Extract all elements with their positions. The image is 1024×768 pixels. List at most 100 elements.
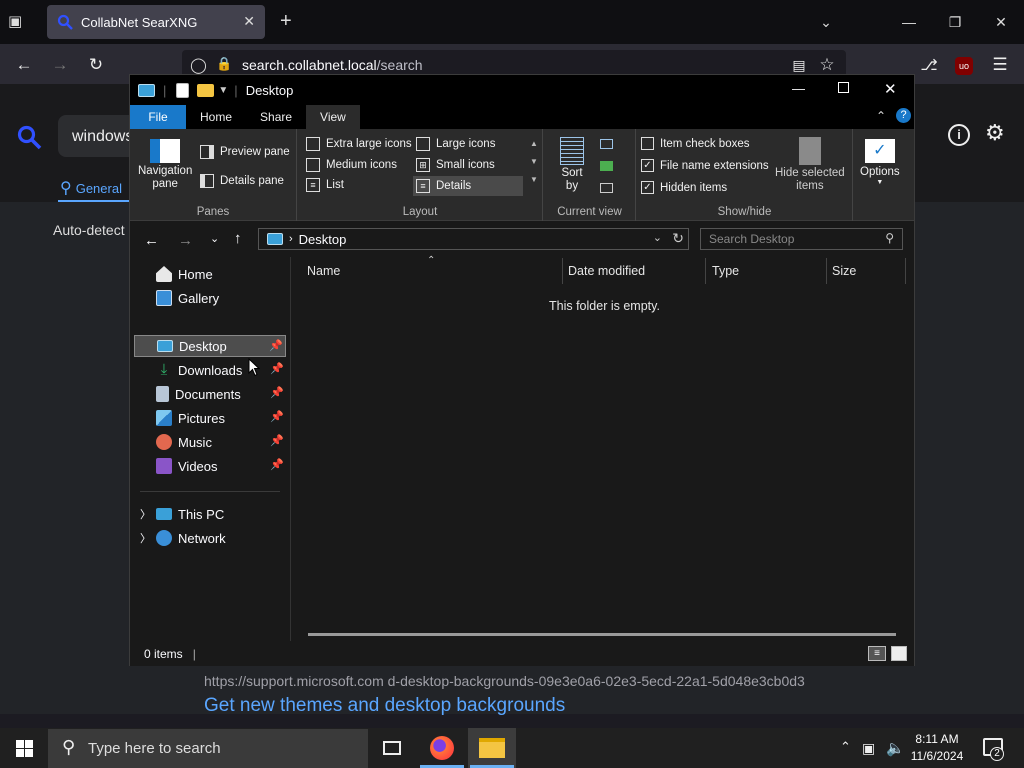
column-header-name[interactable]: Name (307, 264, 340, 278)
result-title-link[interactable]: Get new themes and desktop backgrounds (204, 695, 565, 717)
shield-icon[interactable]: ◯ (190, 56, 207, 74)
extensions-puzzle-icon[interactable]: ⎇ (916, 52, 942, 78)
show-hidden-icons-chevron-icon[interactable]: ⌃ (840, 739, 851, 755)
explorer-close-button[interactable]: ✕ (884, 80, 897, 98)
column-header-date-modified[interactable]: Date modified (568, 264, 645, 278)
explorer-maximize-button[interactable] (838, 82, 849, 93)
network-status-icon[interactable]: ▣ (862, 740, 875, 757)
options-button[interactable]: ✓ Options ▼ (860, 139, 900, 186)
recent-locations-chevron-icon[interactable]: ⌄ (210, 232, 219, 245)
reload-icon[interactable]: ↻ (83, 52, 109, 78)
nav-item-documents[interactable]: Documents 📌 (134, 383, 286, 405)
new-tab-button[interactable]: + (280, 10, 292, 33)
lock-icon[interactable]: 🔒 (216, 56, 232, 72)
properties-quick-access-icon[interactable] (176, 82, 190, 98)
horizontal-scrollbar[interactable] (308, 633, 896, 636)
searxng-tab-general[interactable]: ⚲ General (60, 178, 122, 198)
ublock-origin-icon[interactable]: uo (955, 57, 973, 75)
windows-start-icon[interactable] (16, 740, 33, 757)
address-dropdown-chevron-icon[interactable]: ⌄ (653, 231, 662, 244)
result-url[interactable]: https://support.microsoft.com d-desktop-… (204, 673, 805, 689)
pin-icon[interactable]: 📌 (270, 458, 284, 471)
group-by-icon[interactable] (600, 139, 613, 149)
taskbar-search-box[interactable]: ⚲ Type here to search (48, 729, 368, 768)
breadcrumb-separator-icon[interactable]: › (289, 233, 293, 245)
forward-arrow-icon[interactable]: → (47, 52, 73, 78)
column-header-type[interactable]: Type (712, 264, 739, 278)
pin-icon[interactable]: 📌 (270, 434, 284, 447)
new-folder-quick-access-icon[interactable] (197, 83, 215, 97)
nav-item-pictures[interactable]: Pictures 📌 (134, 407, 286, 429)
large-icons-view-toggle-icon[interactable] (891, 646, 907, 661)
hide-selected-items-button[interactable]: Hide selected items (775, 137, 845, 193)
preview-pane-button[interactable]: Preview pane (200, 145, 290, 159)
pin-icon[interactable]: 📌 (269, 339, 283, 352)
size-all-columns-icon[interactable] (600, 183, 613, 193)
searxng-logo-icon[interactable] (16, 124, 42, 150)
browser-restore-button[interactable]: ❐ (932, 0, 978, 44)
refresh-icon[interactable]: ↻ (672, 230, 684, 247)
explorer-forward-arrow-icon[interactable]: → (178, 232, 193, 249)
browser-tab[interactable]: CollabNet SearXNG ✕ (47, 5, 265, 39)
settings-gear-icon[interactable]: ⚙ (985, 120, 1005, 146)
sort-by-button[interactable]: Sort by (560, 137, 584, 193)
nav-item-home[interactable]: Home (134, 263, 286, 285)
column-divider[interactable] (562, 258, 563, 284)
browser-close-button[interactable]: ✕ (978, 0, 1024, 44)
details-view-toggle-icon[interactable]: ≡ (868, 646, 886, 661)
navigation-pane-button[interactable]: Navigation pane (138, 139, 192, 191)
pin-icon[interactable]: 📌 (270, 386, 284, 399)
language-auto-detect[interactable]: Auto-detect ( (53, 222, 131, 238)
explorer-search-box[interactable]: Search Desktop ⚲ (700, 228, 903, 250)
nav-item-downloads[interactable]: ⤓ Downloads 📌 (134, 359, 286, 381)
nav-item-desktop[interactable]: Desktop 📌 (134, 335, 286, 357)
list-all-tabs-icon[interactable]: ▣ (8, 12, 32, 32)
column-header-size[interactable]: Size (832, 264, 856, 278)
nav-item-this-pc[interactable]: 〉 This PC (134, 503, 286, 525)
nav-item-music[interactable]: Music 📌 (134, 431, 286, 453)
taskbar-firefox[interactable] (418, 728, 466, 768)
volume-muted-icon[interactable]: 🔈 (886, 739, 905, 757)
layout-extra-large-icons[interactable]: Extra large icons (306, 137, 412, 151)
layout-details[interactable]: ≡ Details (413, 176, 523, 196)
browser-minimize-button[interactable]: — (886, 0, 932, 44)
expand-chevron-icon[interactable]: 〉 (140, 530, 151, 546)
up-arrow-icon[interactable]: ↑ (234, 230, 242, 247)
pin-icon[interactable]: 📌 (270, 362, 284, 375)
file-name-extensions-toggle[interactable]: ✓ File name extensions (641, 159, 769, 172)
explorer-address-bar[interactable]: › Desktop ⌄ ↻ (258, 228, 689, 250)
collapse-ribbon-chevron-icon[interactable]: ⌃ (876, 109, 886, 123)
taskbar-clock[interactable]: 8:11 AM 11/6/2024 (906, 731, 968, 765)
task-view-button[interactable] (368, 728, 416, 768)
nav-item-network[interactable]: 〉 Network (134, 527, 286, 549)
layout-large-icons[interactable]: Large icons (416, 137, 495, 151)
hidden-items-checkbox[interactable]: ✓ (641, 181, 654, 194)
column-divider[interactable] (826, 258, 827, 284)
ribbon-tab-view[interactable]: View (306, 105, 360, 129)
layout-medium-icons[interactable]: Medium icons (306, 158, 397, 172)
close-tab-icon[interactable]: ✕ (243, 13, 255, 30)
help-icon[interactable]: ? (896, 108, 911, 123)
column-divider[interactable] (705, 258, 706, 284)
breadcrumb-desktop[interactable]: Desktop (299, 232, 347, 247)
hamburger-menu-icon[interactable]: ☰ (987, 52, 1013, 78)
layout-list[interactable]: ≡ List (306, 178, 344, 192)
add-columns-icon[interactable] (600, 161, 613, 171)
explorer-minimize-button[interactable]: — (792, 81, 805, 96)
tab-overflow-chevron-icon[interactable]: ⌄ (803, 0, 849, 44)
ribbon-tab-home[interactable]: Home (186, 105, 246, 129)
item-check-boxes-checkbox[interactable] (641, 137, 654, 150)
file-name-extensions-checkbox[interactable]: ✓ (641, 159, 654, 172)
customize-quick-access-chevron-icon[interactable]: ▼ (218, 85, 228, 96)
pin-icon[interactable]: 📌 (270, 410, 284, 423)
info-icon[interactable]: i (948, 124, 970, 146)
column-divider[interactable] (905, 258, 906, 284)
hidden-items-toggle[interactable]: ✓ Hidden items (641, 181, 727, 194)
ribbon-tab-file[interactable]: File (130, 105, 186, 129)
expand-chevron-icon[interactable]: 〉 (140, 506, 151, 522)
details-pane-button[interactable]: Details pane (200, 174, 284, 188)
back-arrow-icon[interactable]: ← (11, 52, 37, 78)
explorer-back-arrow-icon[interactable]: ← (144, 232, 159, 249)
ribbon-tab-share[interactable]: Share (246, 105, 306, 129)
layout-scroll-arrows[interactable]: ▲ ▼ ▼ (530, 139, 538, 184)
